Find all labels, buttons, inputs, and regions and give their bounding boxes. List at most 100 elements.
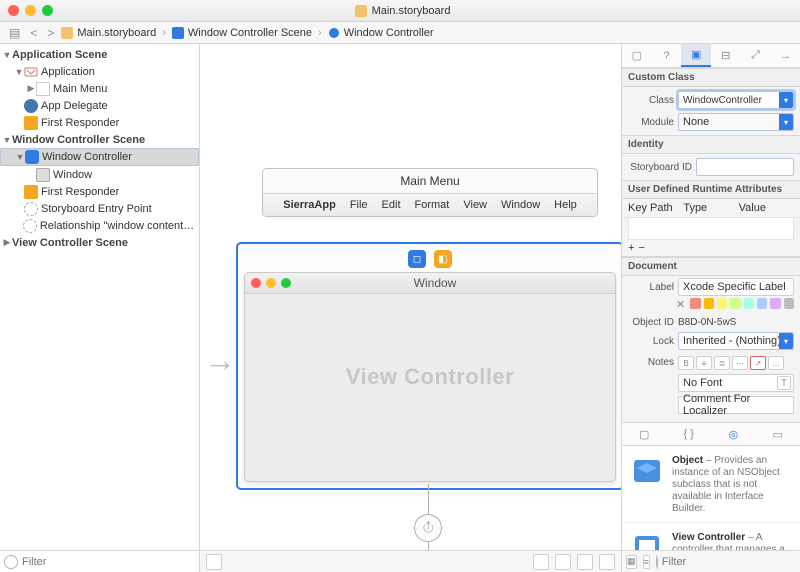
class-combobox[interactable]: ⊘ ▾ — [678, 91, 794, 109]
inspector-tabs[interactable]: ▢ ? ▣ ⊟ ⤢ → — [622, 44, 800, 68]
outline-item-application[interactable]: ▼Application — [0, 63, 199, 80]
dropdown-icon[interactable]: ▾ — [779, 92, 793, 108]
content-placeholder: View Controller — [245, 273, 615, 481]
filter-scope-icon[interactable] — [656, 555, 658, 569]
tab-connections[interactable]: → — [770, 44, 800, 67]
swatch[interactable] — [690, 298, 700, 309]
outline-item-main-menu[interactable]: ▶Main Menu — [0, 80, 199, 97]
outline-item-first-responder[interactable]: ▶First Responder — [0, 183, 199, 200]
module-combobox[interactable]: None ▾ — [678, 113, 794, 131]
align-button[interactable] — [533, 554, 549, 570]
outline-tree[interactable]: ▼Application Scene ▼Application ▶Main Me… — [0, 44, 199, 550]
storyboard-id-field[interactable] — [696, 158, 794, 176]
library-item-view-controller[interactable]: View Controller – A controller that mana… — [622, 523, 800, 550]
menu-items[interactable]: SierraApp File Edit Format View Window H… — [263, 194, 597, 216]
tab-file-templates[interactable]: ▢ — [622, 423, 667, 445]
dropdown-icon[interactable]: ▾ — [779, 333, 793, 349]
outline-toggle-button[interactable] — [206, 554, 222, 570]
back-button[interactable]: < — [27, 26, 40, 40]
class-input[interactable] — [683, 95, 780, 106]
grid-view-button[interactable]: ▦ — [626, 555, 637, 569]
library-filter-input[interactable] — [662, 556, 800, 568]
embed-button[interactable] — [599, 554, 615, 570]
traffic-lights[interactable] — [8, 5, 53, 16]
menu-item[interactable]: File — [350, 199, 368, 211]
library-filter-bar: ▦ ≡ — [622, 550, 800, 572]
bold-button[interactable]: B — [678, 356, 694, 370]
menu-item[interactable]: Window — [501, 199, 540, 211]
swatch[interactable] — [770, 298, 780, 309]
jump-bar[interactable]: ▤ < > Main.storyboard › Window Controlle… — [0, 22, 800, 44]
menu-item[interactable]: Format — [415, 199, 450, 211]
comment-field[interactable]: Comment For Localizer — [678, 396, 794, 414]
more-button[interactable]: … — [768, 356, 784, 370]
doc-label-field[interactable]: Xcode Specific Label — [678, 278, 794, 296]
outline-item-first-responder[interactable]: ▶First Responder — [0, 114, 199, 131]
tab-object-library[interactable]: ◎ — [711, 423, 756, 445]
doc-label-label: Label — [628, 282, 674, 293]
tab-quick-help[interactable]: ? — [652, 44, 682, 67]
outline-scene[interactable]: ▼Window Controller Scene — [0, 131, 199, 148]
menu-item[interactable]: Edit — [382, 199, 401, 211]
swatch[interactable] — [757, 298, 767, 309]
scene-dock[interactable]: ◻ ◧ — [244, 250, 616, 268]
outline-scene[interactable]: ▼Application Scene — [0, 46, 199, 63]
storyboard-canvas[interactable]: → Main Menu SierraApp File Edit Format V… — [200, 44, 622, 572]
swatch[interactable] — [730, 298, 740, 309]
font-picker-icon[interactable]: T — [777, 376, 791, 390]
add-attribute-button[interactable]: + — [628, 242, 634, 254]
lock-combobox[interactable]: Inherited - (Nothing) ▾ — [678, 332, 794, 350]
outline-item-window-controller[interactable]: ▼Window Controller — [0, 148, 199, 166]
pin-button[interactable] — [555, 554, 571, 570]
library-item-object[interactable]: Object – Provides an instance of an NSOb… — [622, 446, 800, 523]
canvas-main-menu[interactable]: Main Menu SierraApp File Edit Format Vie… — [262, 168, 598, 217]
tab-attributes[interactable]: ⊟ — [711, 44, 741, 67]
align-right-button[interactable]: ⋯ — [732, 356, 748, 370]
close-icon[interactable] — [8, 5, 19, 16]
remove-attribute-button[interactable]: − — [638, 242, 644, 254]
canvas-window[interactable]: Window View Controller — [244, 272, 616, 482]
dropdown-icon[interactable]: ▾ — [779, 114, 793, 130]
library-tabs[interactable]: ▢ { } ◎ ▭ — [622, 422, 800, 446]
nav-toggle-icon[interactable]: ▤ — [6, 26, 23, 40]
menu-item[interactable]: View — [463, 199, 487, 211]
udra-table[interactable] — [628, 218, 794, 240]
menu-item[interactable]: SierraApp — [283, 199, 336, 211]
align-center-button[interactable]: ≣ — [714, 356, 730, 370]
swatch[interactable] — [717, 298, 727, 309]
breadcrumb-seg-file[interactable]: Main.storyboard — [61, 27, 156, 39]
font-field[interactable]: No FontT — [678, 374, 794, 392]
object-icon — [24, 99, 38, 113]
filter-scope-icon[interactable] — [4, 555, 18, 569]
object-library-list[interactable]: Object – Provides an instance of an NSOb… — [622, 446, 800, 550]
outline-item-relationship[interactable]: ▶Relationship "window content" to "... — [0, 217, 199, 234]
canvas-window-controller[interactable]: ◻ ◧ Window View Controller — [236, 242, 622, 490]
forward-button[interactable]: > — [44, 26, 57, 40]
swatch[interactable] — [704, 298, 714, 309]
tab-identity[interactable]: ▣ — [681, 44, 711, 67]
swatch[interactable] — [784, 298, 794, 309]
outline-filter-input[interactable] — [22, 556, 195, 568]
menu-item[interactable]: Help — [554, 199, 577, 211]
list-view-button[interactable]: ≡ — [643, 555, 650, 569]
zoom-icon[interactable] — [42, 5, 53, 16]
outline-item-app-delegate[interactable]: ▶App Delegate — [0, 97, 199, 114]
breadcrumb-seg-scene[interactable]: Window Controller Scene — [172, 27, 312, 39]
outline-item-entry-point[interactable]: ▶Storyboard Entry Point — [0, 200, 199, 217]
tab-file[interactable]: ▢ — [622, 44, 652, 67]
minimize-icon[interactable] — [25, 5, 36, 16]
storyboard-id-input[interactable] — [697, 162, 793, 173]
breadcrumb-seg-controller[interactable]: Window Controller — [328, 27, 434, 39]
align-left-button[interactable]: ≡ — [696, 356, 712, 370]
window-controller-icon[interactable]: ◻ — [408, 250, 426, 268]
tab-size[interactable]: ⤢ — [741, 44, 771, 67]
tab-media-library[interactable]: ▭ — [756, 423, 800, 445]
link-button[interactable]: ↗ — [750, 356, 766, 370]
outline-scene[interactable]: ▶View Controller Scene — [0, 234, 199, 251]
label-color-swatches[interactable]: ✕ — [622, 298, 800, 315]
swatch[interactable] — [744, 298, 754, 309]
resolve-issues-button[interactable] — [577, 554, 593, 570]
first-responder-icon[interactable]: ◧ — [434, 250, 452, 268]
tab-code-snippets[interactable]: { } — [667, 423, 712, 445]
outline-item-window[interactable]: ▶Window — [0, 166, 199, 183]
